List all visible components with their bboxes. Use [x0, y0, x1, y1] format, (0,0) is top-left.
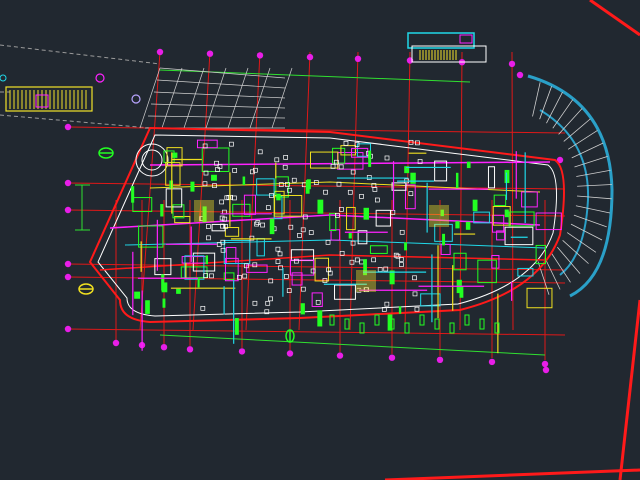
- cad-drawing-canvas[interactable]: [0, 0, 640, 480]
